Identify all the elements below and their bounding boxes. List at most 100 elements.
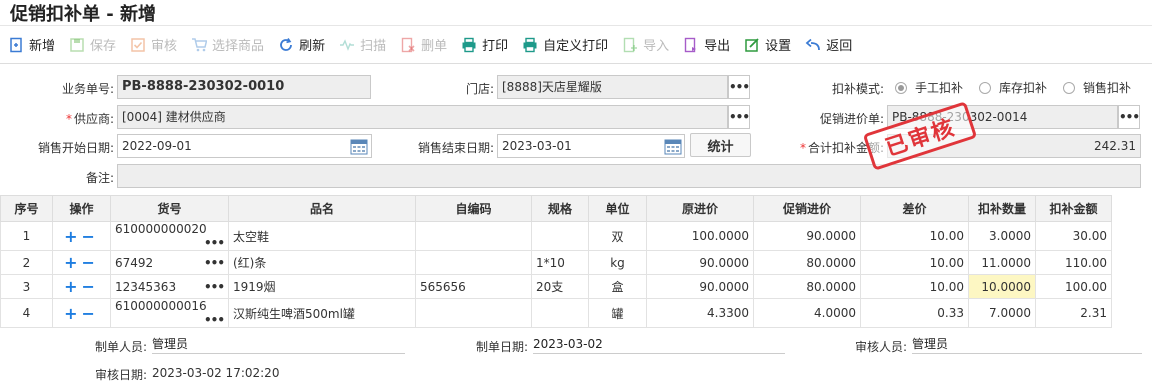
col-header: 操作	[52, 195, 111, 222]
row-selfcode[interactable]	[415, 221, 532, 251]
code-picker-button[interactable]: •••	[204, 280, 225, 294]
row-selfcode[interactable]	[415, 298, 532, 328]
row-diff[interactable]: 10.00	[860, 221, 969, 251]
table-row[interactable]: 4 +− 610000000016 ••• 汉斯纯生啤酒500ml罐罐 4.3300 4.0…	[0, 298, 1112, 328]
row-orig-price[interactable]: 90.0000	[646, 274, 754, 299]
row-code[interactable]: 12345363 •••	[110, 274, 229, 299]
col-header: 序号	[0, 195, 53, 222]
toolbar-button-approve[interactable]: 审核	[130, 35, 177, 54]
col-header: 品名	[228, 195, 416, 222]
toolbar-button-export[interactable]: 导出	[683, 35, 730, 54]
end-date-field[interactable]: 2023-03-01	[497, 134, 685, 158]
row-diff[interactable]: 0.33	[860, 298, 969, 328]
calendar-icon[interactable]	[350, 137, 368, 155]
toolbar-button-custom-print[interactable]: 自定义打印	[522, 35, 608, 54]
supplier-picker-button[interactable]: •••	[728, 105, 750, 129]
table-row[interactable]: 3 +− 12345363 ••• 1919烟 565656 20支盒 90.0000 80.0…	[0, 274, 1112, 299]
row-orig-price[interactable]: 4.3300	[646, 298, 754, 328]
toolbar: 新增 保存 审核 选择商品 刷新 扫描 删单 打印 自定义打印 导入 导出 设置 返回	[0, 26, 1152, 64]
table-row[interactable]: 2 +− 67492 ••• (红)条 1*10 kg 90.0000 80.0000 10.00…	[0, 250, 1112, 275]
start-date-field[interactable]: 2022-09-01	[117, 134, 372, 158]
row-ops: +−	[52, 298, 111, 328]
mode-radio-manual[interactable]: 手工扣补	[895, 79, 963, 96]
row-promo-price[interactable]: 80.0000	[753, 250, 861, 275]
row-code[interactable]: 610000000020 •••	[110, 221, 229, 251]
row-orig-price[interactable]: 100.0000	[646, 221, 754, 251]
row-selfcode[interactable]	[415, 250, 532, 275]
row-qty[interactable]: 7.0000	[968, 298, 1036, 328]
add-row-icon[interactable]: +	[64, 277, 81, 296]
cart-icon	[191, 37, 208, 53]
col-header: 扣补数量	[968, 195, 1036, 222]
remove-row-icon[interactable]: −	[82, 253, 99, 272]
col-header: 促销进价	[753, 195, 861, 222]
store-field[interactable]: [8888]天店星耀版	[497, 75, 728, 99]
add-row-icon[interactable]: +	[64, 304, 81, 323]
row-name[interactable]: 1919烟	[228, 274, 416, 299]
row-unit[interactable]: 盒	[588, 274, 647, 299]
remove-row-icon[interactable]: −	[82, 304, 99, 323]
mode-radio-stock[interactable]: 库存扣补	[979, 79, 1047, 96]
col-header: 规格	[531, 195, 589, 222]
row-ops: +−	[52, 274, 111, 299]
toolbar-button-refresh[interactable]: 刷新	[278, 35, 325, 54]
row-code[interactable]: 610000000016 •••	[110, 298, 229, 328]
row-name[interactable]: 太空鞋	[228, 221, 416, 251]
toolbar-button-cart[interactable]: 选择商品	[191, 35, 264, 54]
row-name[interactable]: (红)条	[228, 250, 416, 275]
add-row-icon[interactable]: +	[64, 227, 81, 246]
row-spec[interactable]	[531, 298, 589, 328]
calendar-icon[interactable]	[664, 137, 682, 155]
row-orig-price[interactable]: 90.0000	[646, 250, 754, 275]
remove-row-icon[interactable]: −	[82, 277, 99, 296]
doc-no-field[interactable]: PB-8888-230302-0010	[117, 75, 371, 99]
maker-value: 管理员	[152, 334, 405, 354]
toolbar-button-print[interactable]: 打印	[461, 35, 508, 54]
row-promo-price[interactable]: 80.0000	[753, 274, 861, 299]
code-picker-button[interactable]: •••	[204, 313, 225, 327]
toolbar-button-new-doc[interactable]: 新增	[8, 35, 55, 54]
supplier-field[interactable]: [0004] 建材供应商	[117, 105, 728, 129]
row-diff[interactable]: 10.00	[860, 274, 969, 299]
row-unit[interactable]: 罐	[588, 298, 647, 328]
refresh-icon	[278, 37, 294, 53]
row-unit[interactable]: kg	[588, 250, 647, 275]
toolbar-button-scan[interactable]: 扫描	[339, 35, 386, 54]
delete-doc-icon	[400, 37, 416, 53]
row-spec[interactable]	[531, 221, 589, 251]
row-diff[interactable]: 10.00	[860, 250, 969, 275]
row-qty[interactable]: 3.0000	[968, 221, 1036, 251]
code-picker-button[interactable]: •••	[204, 256, 225, 270]
row-selfcode[interactable]: 565656	[415, 274, 532, 299]
promo-price-picker-button[interactable]: •••	[1118, 105, 1140, 129]
row-spec[interactable]: 1*10	[531, 250, 589, 275]
row-unit[interactable]: 双	[588, 221, 647, 251]
stat-button[interactable]: 统计	[690, 133, 751, 157]
row-code[interactable]: 67492 •••	[110, 250, 229, 275]
export-icon	[683, 37, 699, 53]
row-qty[interactable]: 10.0000	[968, 274, 1036, 299]
toolbar-button-save[interactable]: 保存	[69, 35, 116, 54]
row-name[interactable]: 汉斯纯生啤酒500ml罐	[228, 298, 416, 328]
row-promo-price[interactable]: 4.0000	[753, 298, 861, 328]
mode-radio-sales[interactable]: 销售扣补	[1063, 79, 1131, 96]
table-header-row: 序号 操作 货号 品名 自编码 规格 单位 原进价 促销进价 差价 扣补数量 扣…	[0, 195, 1112, 222]
toolbar-button-settings[interactable]: 设置	[744, 35, 791, 54]
start-date-label: 销售开始日期:	[37, 141, 114, 155]
toolbar-button-import[interactable]: 导入	[622, 35, 669, 54]
table-row[interactable]: 1 +− 610000000020 ••• 太空鞋双 100.0000 90.0000 10.…	[0, 221, 1112, 251]
add-row-icon[interactable]: +	[64, 253, 81, 272]
row-promo-price[interactable]: 90.0000	[753, 221, 861, 251]
toolbar-button-delete-doc[interactable]: 删单	[400, 35, 447, 54]
store-picker-button[interactable]: •••	[728, 75, 750, 99]
code-picker-button[interactable]: •••	[204, 236, 225, 250]
remark-field[interactable]	[117, 164, 1141, 188]
radio-dot	[895, 81, 907, 94]
toolbar-button-back[interactable]: 返回	[805, 35, 852, 54]
row-qty[interactable]: 11.0000	[968, 250, 1036, 275]
toolbar-button-label: 刷新	[299, 39, 326, 54]
toolbar-button-label: 新增	[29, 39, 56, 54]
row-spec[interactable]: 20支	[531, 274, 589, 299]
toolbar-button-label: 导入	[643, 39, 670, 54]
remove-row-icon[interactable]: −	[82, 227, 99, 246]
